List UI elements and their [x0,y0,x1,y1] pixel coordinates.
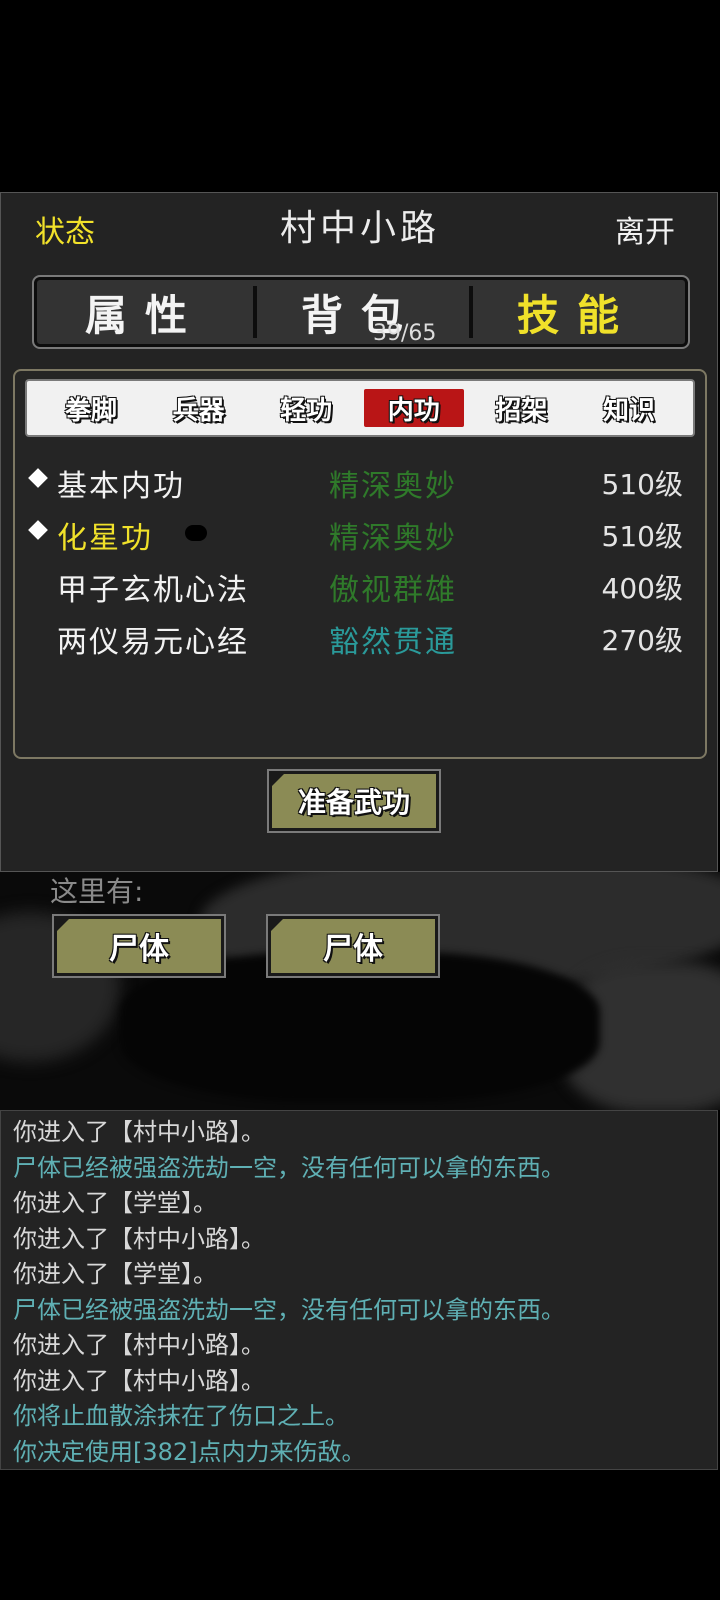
skill-level: 270级 [601,624,683,657]
top-blank-area [0,0,720,192]
log-line: 你进入了【村中小路】。 [13,1366,265,1395]
tab-skills-label: 技能 [516,290,637,340]
tab-lightness[interactable]: 轻功 [256,389,356,427]
tab-skills[interactable]: 技能 [469,280,685,344]
log-line: 尸体已经被强盗洗劫一空，没有任何可以拿的东西。 [13,1153,565,1182]
log-line: 你进入了【村中小路】。 [13,1118,265,1146]
here-label: 这里有: [50,875,144,908]
log-line: 你进入了【村中小路】。 [13,1331,265,1359]
tab-parry[interactable]: 招架 [471,389,571,427]
message-log[interactable]: 你进入了【村中小路】。 尸体已经被强盗洗劫一空，没有任何可以拿的东西。 你进入了… [0,1110,718,1470]
tab-internal[interactable]: 内功 [363,389,464,427]
name-mark [185,525,207,541]
skill-name: 两仪易元心经 [57,625,249,660]
tab-attributes-label: 属性 [84,290,205,340]
log-line: 你进入了【村中小路】。 [13,1224,265,1253]
skill-rank: 傲视群雄 [329,573,457,608]
corpse-button[interactable]: 尸体 [52,914,226,978]
skill-level: 510级 [601,520,683,553]
prepare-skills-button[interactable]: 准备武功 [267,769,441,833]
log-line: 你进入了【学堂】。 [13,1189,217,1217]
skill-rank: 精深奥妙 [329,469,457,504]
leave-button[interactable]: 离开 [615,207,675,251]
skill-row[interactable]: 化星功 精深奥妙 510级 [15,511,709,559]
scene-area: 这里有: 尸体 尸体 [0,872,720,1110]
skills-panel: 状态 村中小路 离开 属性 背包 39/65 技能 拳脚 兵器 轻功 内功 招架 … [0,192,718,872]
tab-fist-kick[interactable]: 拳脚 [41,389,141,427]
skill-name: 基本内功 [57,469,185,504]
tab-weapons[interactable]: 兵器 [149,389,249,427]
skill-level: 400级 [601,572,683,605]
skill-list-box: 拳脚 兵器 轻功 内功 招架 知识 基本内功 精深奥妙 510级 化星功 精深奥… [13,369,707,759]
skill-name: 甲子玄机心法 [57,573,249,608]
log-line: 你决定使用[382]点内力来伤敌。 [13,1437,366,1466]
tab-knowledge[interactable]: 知识 [579,389,679,427]
equipped-diamond-icon [28,468,48,488]
location-title: 村中小路 [279,208,440,249]
skill-name: 化星功 [57,521,153,556]
skill-row[interactable]: 基本内功 精深奥妙 510级 [15,459,709,507]
skill-rank: 精深奥妙 [329,521,457,556]
skill-level: 510级 [601,468,683,501]
log-line: 你进入了【学堂】。 [13,1260,217,1288]
log-line: 尸体已经被强盗洗劫一空，没有任何可以拿的东西。 [13,1295,565,1324]
skill-category-tabs: 拳脚 兵器 轻功 内功 招架 知识 [25,379,695,437]
main-tab-bar: 属性 背包 39/65 技能 [32,275,690,349]
skill-rank: 豁然贯通 [329,625,457,660]
log-line: 你将止血散涂抹在了伤口之上。 [13,1402,349,1430]
backpack-count: 39/65 [373,321,437,346]
skill-row[interactable]: 两仪易元心经 豁然贯通 270级 [15,615,709,663]
skill-row[interactable]: 甲子玄机心法 傲视群雄 400级 [15,563,709,611]
tab-backpack[interactable]: 背包 39/65 [253,280,469,346]
tab-attributes[interactable]: 属性 [37,280,253,344]
corpse-button[interactable]: 尸体 [266,914,440,978]
equipped-diamond-icon [28,520,48,540]
